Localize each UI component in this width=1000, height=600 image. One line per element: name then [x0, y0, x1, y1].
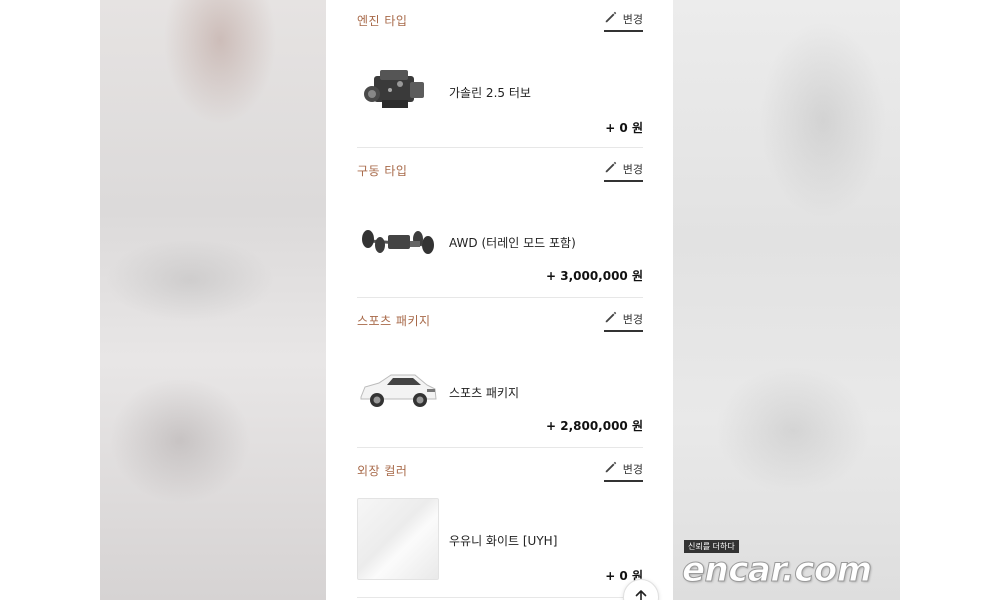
- blurred-background-right: [673, 0, 900, 600]
- change-label: 변경: [622, 162, 643, 176]
- option-price: + 2,800,000 원: [545, 419, 643, 433]
- arrow-up-icon: [634, 588, 648, 600]
- pencil-icon: [604, 310, 618, 327]
- option-price: + 0 원: [605, 121, 643, 135]
- watermark-logo: encar.com: [682, 550, 873, 591]
- change-label: 변경: [622, 462, 643, 476]
- option-name: AWD (터레인 모드 포함): [449, 236, 576, 250]
- option-price: + 3,000,000 원: [545, 269, 643, 283]
- pencil-icon: [604, 460, 618, 477]
- change-button[interactable]: 변경: [603, 310, 643, 332]
- blurred-background-left: [100, 0, 326, 600]
- option-name: 가솔린 2.5 터보: [449, 86, 531, 100]
- suv-car-image: [357, 360, 439, 420]
- change-label: 변경: [622, 312, 643, 326]
- option-name: 우유니 화이트 [UYH]: [449, 534, 558, 548]
- encar-watermark: 신뢰를 더하다 encar.com: [682, 540, 898, 591]
- pencil-icon: [604, 10, 618, 27]
- pencil-icon: [604, 160, 618, 177]
- change-button[interactable]: 변경: [603, 10, 643, 32]
- option-summary-panel: 엔진 타입 변경 가솔린 2.5 터보 + 0 원 구동 타입 변경 AWD (…: [326, 0, 673, 600]
- engine-image: [357, 60, 439, 120]
- section-title: 구동 타입: [357, 164, 408, 178]
- change-button[interactable]: 변경: [603, 160, 643, 182]
- option-name: 스포츠 패키지: [449, 386, 520, 400]
- section-title: 엔진 타입: [357, 14, 408, 28]
- drive-type-section: 구동 타입 변경 AWD (터레인 모드 포함) + 3,000,000 원: [357, 150, 643, 298]
- change-label: 변경: [622, 12, 643, 26]
- section-title: 외장 컬러: [357, 464, 408, 478]
- exterior-color-section: 외장 컬러 변경 우유니 화이트 [UYH] + 0 원: [357, 450, 643, 598]
- section-title: 스포츠 패키지: [357, 314, 431, 328]
- white-color-swatch: [357, 498, 439, 580]
- change-button[interactable]: 변경: [603, 460, 643, 482]
- sport-package-section: 스포츠 패키지 변경 스포츠 패키지 + 2,800,000 원: [357, 300, 643, 448]
- engine-type-section: 엔진 타입 변경 가솔린 2.5 터보 + 0 원: [357, 0, 643, 148]
- drivetrain-image: [357, 210, 439, 270]
